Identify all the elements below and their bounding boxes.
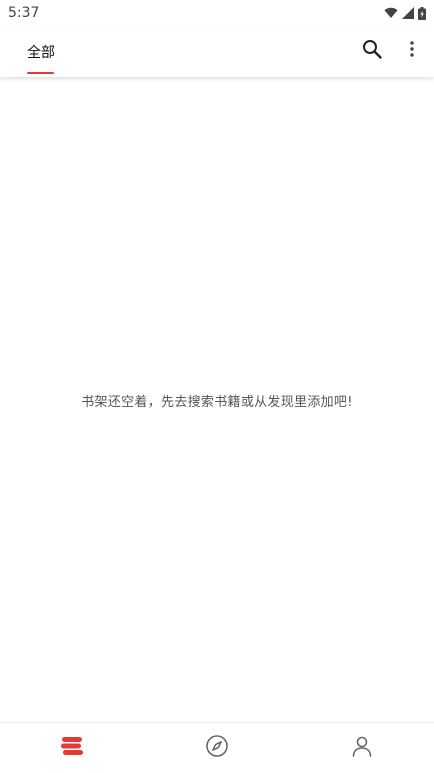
nav-profile[interactable] [332,723,392,773]
empty-bookshelf-message: 书架还空着，先去搜索书籍或从发现里添加吧! [81,395,353,410]
status-icons [384,6,426,20]
tab-all-label: 全部 [27,44,55,61]
nav-explore[interactable] [187,723,247,773]
status-time: 5:37 [8,5,40,21]
nav-bookshelf[interactable] [42,723,102,773]
more-options-button[interactable] [402,39,422,63]
explore-icon [205,734,229,762]
top-app-bar: 全部 [0,26,434,77]
search-icon [362,39,382,63]
bottom-navigation [0,722,434,773]
bookshelf-icon [60,736,84,760]
profile-icon [350,734,374,762]
bookshelf-content: 书架还空着，先去搜索书籍或从发现里添加吧! [0,77,434,722]
search-button[interactable] [360,39,384,63]
more-vert-icon [410,41,414,61]
status-bar: 5:37 [0,0,434,26]
tab-all[interactable]: 全部 [27,26,55,77]
tab-indicator [27,72,54,74]
battery-icon [418,6,426,20]
wifi-icon [384,7,398,19]
signal-icon [402,7,414,19]
